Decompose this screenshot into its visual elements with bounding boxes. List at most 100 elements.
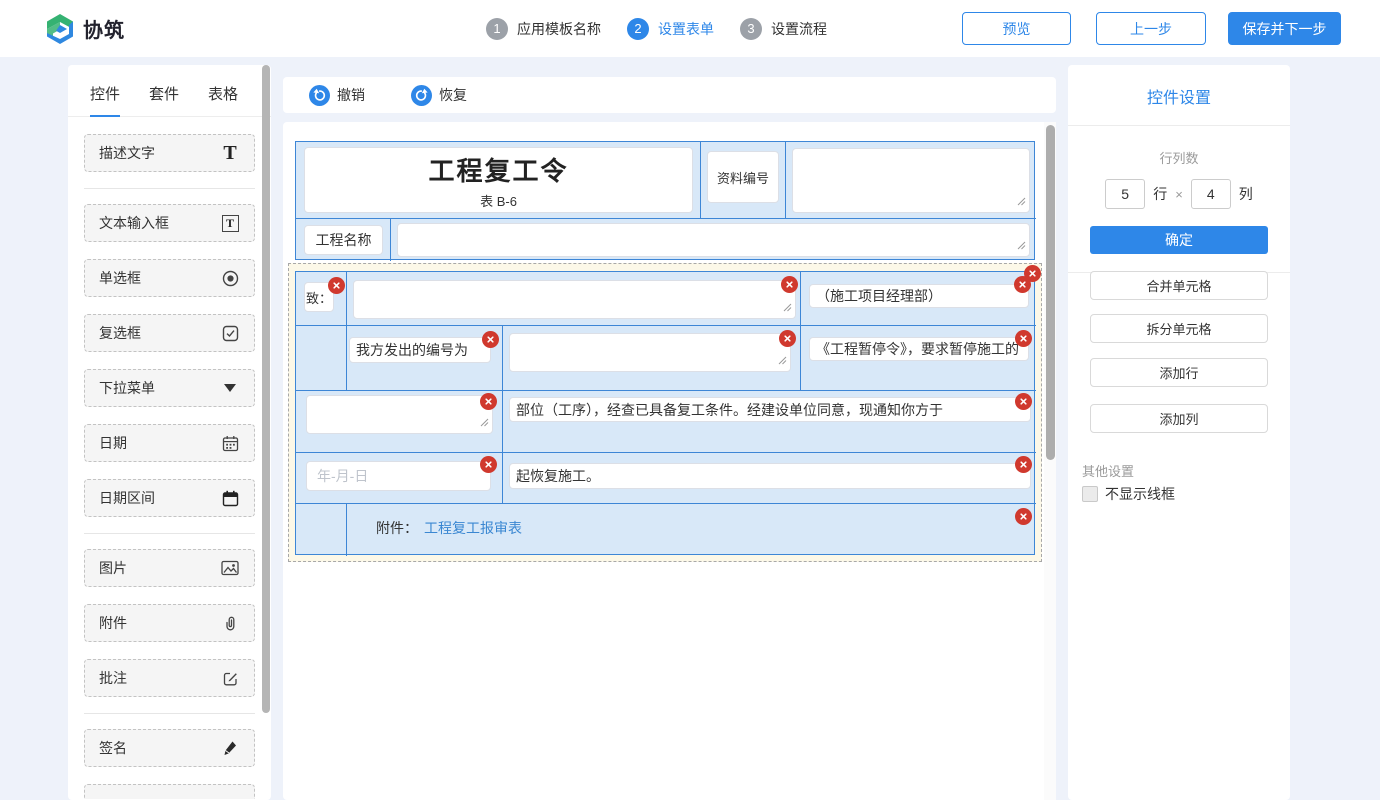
other-settings-label: 其他设置 <box>1082 461 1134 480</box>
date-placeholder: 年-月-日 <box>307 466 368 486</box>
text-icon: T <box>220 143 240 163</box>
delete-icon[interactable] <box>1015 456 1032 473</box>
resume-date-input[interactable]: 年-月-日 <box>306 461 491 491</box>
doc-no-label-box[interactable]: 资料编号 <box>707 151 779 203</box>
resume-condition-box[interactable]: 部位（工序），经查已具备复工条件。经建设单位同意，现通知你方于 <box>509 397 1031 422</box>
step-flow-setup[interactable]: 3 设置流程 <box>740 18 827 40</box>
attachment-link[interactable]: 工程复工报审表 <box>424 518 522 538</box>
undo-label: 撤销 <box>337 85 365 105</box>
delete-icon[interactable] <box>779 330 796 347</box>
logo: 协筑 <box>45 0 125 57</box>
save-next-button[interactable]: 保存并下一步 <box>1228 12 1341 45</box>
condition-textarea[interactable] <box>306 395 493 434</box>
canvas-scrollbar <box>1044 122 1056 800</box>
resize-handle-icon[interactable] <box>783 299 792 315</box>
widget-sidebar: 控件 套件 表格 描述文字 T 文本输入框 T 单选框 复选框 <box>68 65 271 800</box>
issued-no-textarea[interactable] <box>509 333 791 372</box>
to-org-box[interactable]: （施工项目经理部） <box>809 284 1029 308</box>
tab-widgets[interactable]: 控件 <box>90 83 120 117</box>
step-label: 设置流程 <box>771 19 827 39</box>
wizard-steps: 1 应用模板名称 2 设置表单 3 设置流程 <box>486 0 827 57</box>
project-name-label-box[interactable]: 工程名称 <box>304 225 383 255</box>
widget-label: 附件 <box>99 613 127 633</box>
widget-item-signature[interactable]: 签名 <box>84 729 255 767</box>
widget-item-dropdown[interactable]: 下拉菜单 <box>84 369 255 407</box>
delete-icon[interactable] <box>1015 330 1032 347</box>
widget-item-text-input[interactable]: 文本输入框 T <box>84 204 255 242</box>
delete-icon[interactable] <box>1015 393 1032 410</box>
doc-no-textarea[interactable] <box>792 148 1030 213</box>
delete-icon[interactable] <box>1015 508 1032 525</box>
widget-item-checkbox[interactable]: 复选框 <box>84 314 255 352</box>
delete-icon[interactable] <box>480 393 497 410</box>
resume-text-box[interactable]: 起恢复施工。 <box>509 463 1031 489</box>
attachment-icon <box>220 613 240 633</box>
confirm-button[interactable]: 确定 <box>1090 226 1268 254</box>
redo-button[interactable]: 恢复 <box>411 85 467 106</box>
widget-item-date[interactable]: 日期 <box>84 424 255 462</box>
issued-no-label-box[interactable]: 我方发出的编号为 <box>349 337 491 363</box>
widget-item-radio[interactable]: 单选框 <box>84 259 255 297</box>
hide-border-label: 不显示线框 <box>1105 484 1175 504</box>
form-body-table: 致： （施工项目经理部） 我方发出的编号为 <box>295 271 1035 555</box>
tab-tables[interactable]: 表格 <box>208 83 238 116</box>
add-row-button[interactable]: 添加行 <box>1090 358 1268 387</box>
resize-handle-icon[interactable] <box>480 414 489 430</box>
widget-item-attachment[interactable]: 附件 <box>84 604 255 642</box>
image-icon <box>220 558 240 578</box>
add-col-button[interactable]: 添加列 <box>1090 404 1268 433</box>
prev-step-button[interactable]: 上一步 <box>1096 12 1206 45</box>
date-range-icon <box>220 488 240 508</box>
rows-unit-label: 行 <box>1153 184 1167 204</box>
delete-icon[interactable] <box>1014 276 1031 293</box>
redo-icon <box>411 85 432 106</box>
divider <box>84 533 255 534</box>
widget-item-description-text[interactable]: 描述文字 T <box>84 134 255 172</box>
widget-label: 日期 <box>99 433 127 453</box>
selected-table-region[interactable]: 致： （施工项目经理部） 我方发出的编号为 <box>288 263 1042 562</box>
hide-border-checkbox[interactable] <box>1082 486 1098 502</box>
delete-icon[interactable] <box>328 277 345 294</box>
split-cells-button[interactable]: 拆分单元格 <box>1090 314 1268 343</box>
stop-order-label-box[interactable]: 《工程暂停令》，要求暂停施工的 <box>809 337 1029 361</box>
cols-input[interactable] <box>1191 179 1231 209</box>
widget-item-annotation[interactable]: 批注 <box>84 659 255 697</box>
divider <box>84 188 255 189</box>
step-number: 2 <box>627 18 649 40</box>
resize-handle-icon[interactable] <box>1017 237 1026 253</box>
step-number: 1 <box>486 18 508 40</box>
resize-handle-icon[interactable] <box>778 352 787 368</box>
delete-icon[interactable] <box>482 331 499 348</box>
step-template-name[interactable]: 1 应用模板名称 <box>486 18 601 40</box>
widget-item-partial[interactable] <box>84 784 255 799</box>
merge-cells-button[interactable]: 合并单元格 <box>1090 271 1268 300</box>
delete-icon[interactable] <box>480 456 497 473</box>
resize-handle-icon[interactable] <box>1017 193 1026 209</box>
project-name-textarea[interactable] <box>397 223 1030 257</box>
step-number: 3 <box>740 18 762 40</box>
widget-label: 签名 <box>99 738 127 758</box>
step-form-setup[interactable]: 2 设置表单 <box>627 18 714 40</box>
step-label: 设置表单 <box>658 19 714 39</box>
delete-icon[interactable] <box>781 276 798 293</box>
rows-input[interactable] <box>1105 179 1145 209</box>
canvas-toolbar: 撤销 恢复 <box>283 77 1056 113</box>
undo-button[interactable]: 撤销 <box>309 85 365 106</box>
widget-label: 批注 <box>99 668 127 688</box>
table-cell <box>296 326 347 391</box>
tab-kits[interactable]: 套件 <box>149 83 179 116</box>
sidebar-scrollbar-thumb[interactable] <box>262 65 270 713</box>
to-textarea[interactable] <box>353 280 796 319</box>
undo-icon <box>309 85 330 106</box>
logo-text: 协筑 <box>83 14 125 43</box>
table-cell <box>296 504 347 556</box>
form-title-box[interactable]: 工程复工令 表 B-6 <box>304 147 693 213</box>
canvas-scrollbar-thumb[interactable] <box>1046 125 1055 460</box>
logo-icon <box>45 13 75 45</box>
header: 协筑 1 应用模板名称 2 设置表单 3 设置流程 预览 上一步 保存并下一步 <box>0 0 1380 57</box>
preview-button[interactable]: 预览 <box>962 12 1071 45</box>
widget-label: 图片 <box>99 558 127 578</box>
widget-item-image[interactable]: 图片 <box>84 549 255 587</box>
attachment-row: 附件： 工程复工报审表 <box>376 518 522 538</box>
widget-item-date-range[interactable]: 日期区间 <box>84 479 255 517</box>
